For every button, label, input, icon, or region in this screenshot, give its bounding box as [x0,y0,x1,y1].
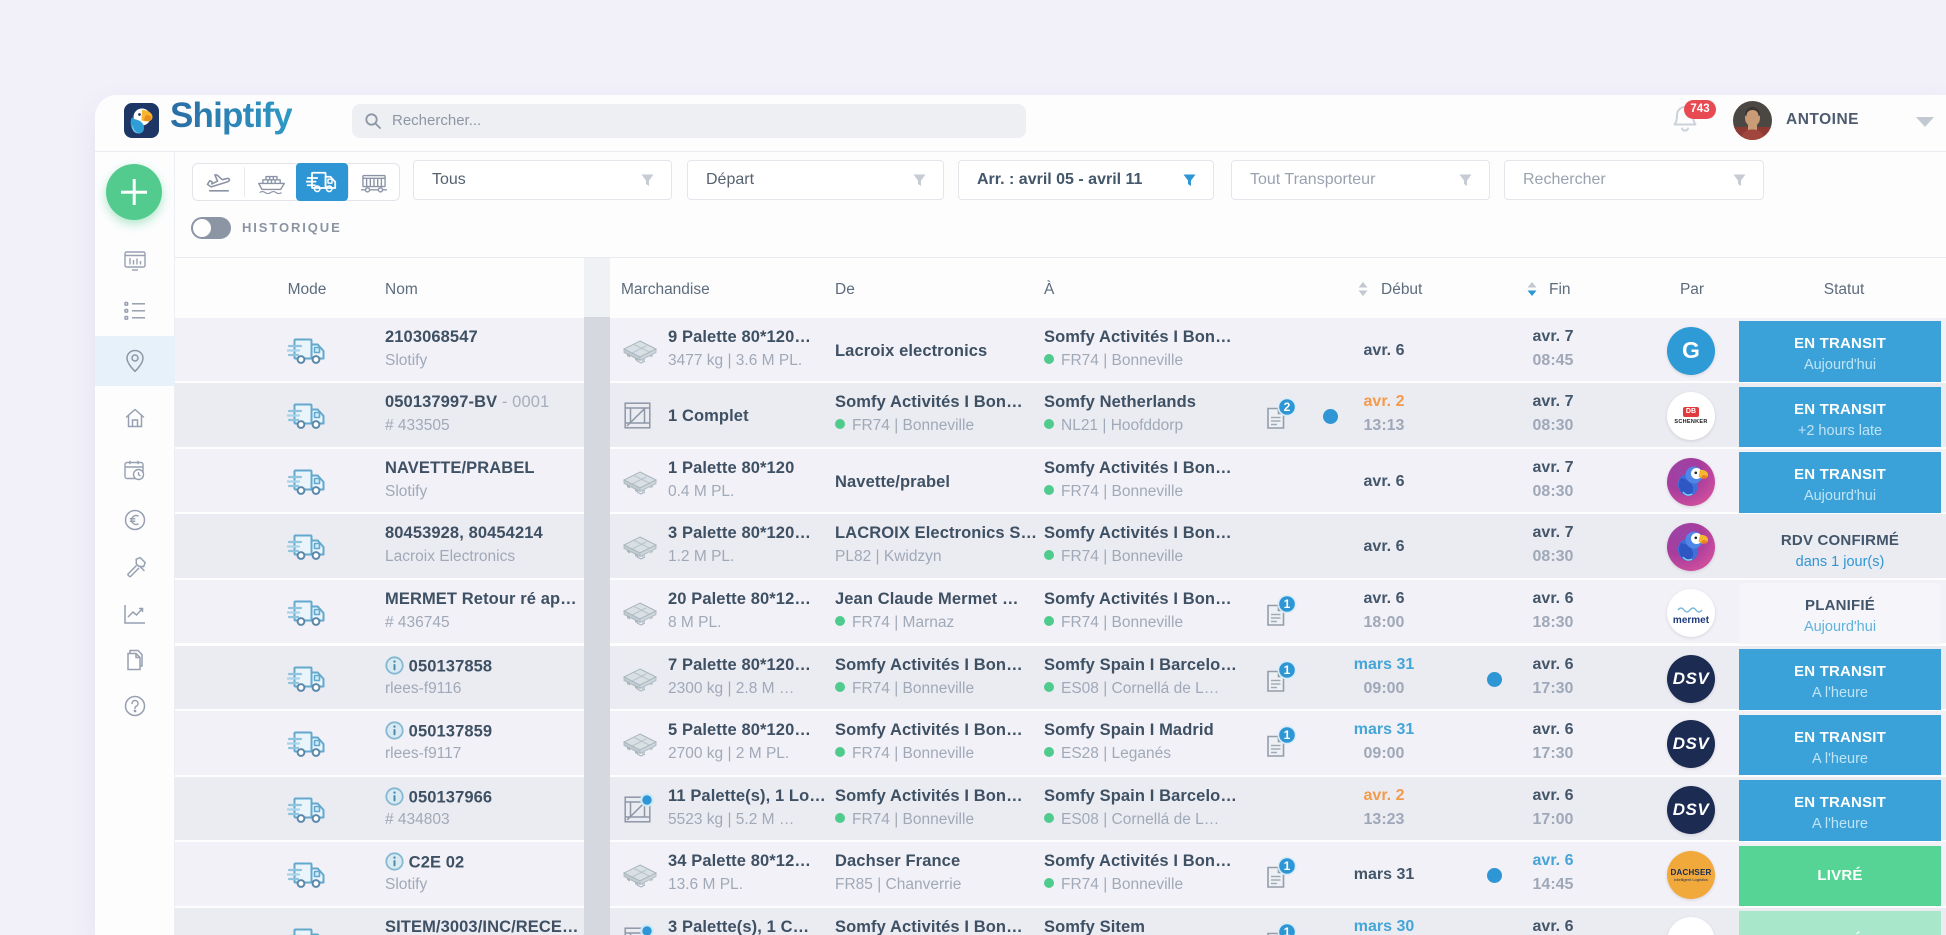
svg-text:1: 1 [1284,859,1291,873]
svg-text:2: 2 [1284,400,1291,414]
svg-text:1: 1 [1284,597,1291,611]
svg-text:1: 1 [1284,663,1291,677]
svg-text:1: 1 [1284,728,1291,742]
svg-text:1: 1 [1284,925,1291,935]
